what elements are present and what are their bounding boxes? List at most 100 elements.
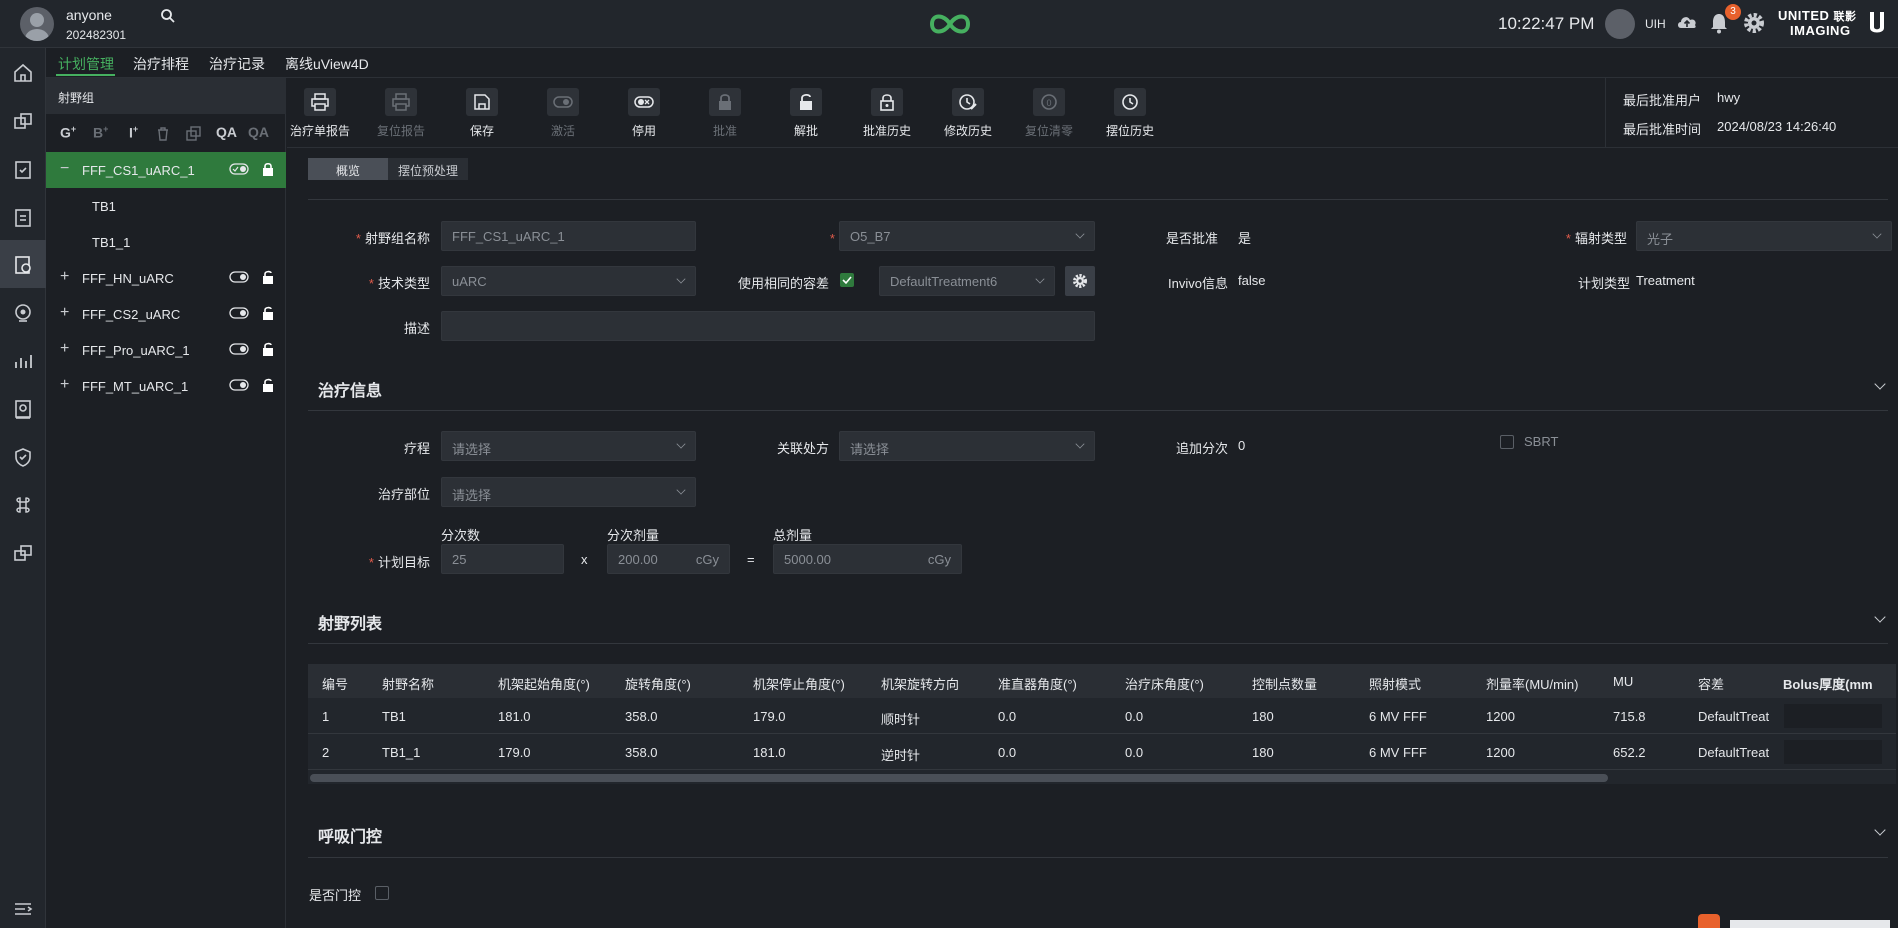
tolerance-settings-button[interactable] [1065, 266, 1095, 296]
chevron-down-icon[interactable] [1874, 611, 1886, 623]
column-header[interactable]: 照射模式 [1369, 674, 1421, 693]
machine-select[interactable]: O5_B7 [839, 221, 1095, 251]
tab-setup-preprocess[interactable]: 摆位预处理 [388, 158, 469, 180]
column-header[interactable]: 剂量率(MU/min) [1486, 674, 1578, 693]
expand-icon[interactable]: + [60, 377, 69, 393]
reset-icon: 0 [1033, 88, 1065, 116]
collapse-icon[interactable]: − [60, 161, 69, 177]
machine-icon[interactable] [12, 302, 34, 324]
add-beam-button[interactable]: B+ [93, 124, 108, 141]
statistics-icon[interactable] [12, 350, 34, 372]
setup-history-button[interactable]: 摆位历史 [1097, 78, 1163, 148]
group-name-field[interactable]: FFF_CS1_uARC_1 [441, 221, 696, 251]
tab-offline-uview4d[interactable]: 离线uView4D [285, 54, 369, 74]
fraction-dose-label: 分次剂量 [607, 528, 660, 543]
user-avatar[interactable] [1605, 9, 1635, 39]
shield-icon[interactable] [12, 446, 34, 468]
gating-checkbox[interactable] [375, 886, 389, 900]
cloud-icon[interactable] [1675, 12, 1699, 35]
tab-treatment-records[interactable]: 治疗记录 [209, 54, 265, 74]
expand-icon[interactable]: + [60, 341, 69, 357]
radiation-type-select[interactable]: 光子 [1636, 221, 1892, 251]
cell: 652.2 [1613, 745, 1646, 760]
placeholder: 请选择 [850, 442, 890, 457]
column-header[interactable]: Bolus厚度(mm [1783, 674, 1873, 693]
report-icon[interactable] [12, 398, 34, 420]
gear-icon[interactable] [1742, 11, 1766, 38]
home-icon[interactable] [12, 62, 34, 84]
command-icon[interactable] [12, 494, 34, 516]
treatment-site-select[interactable]: 请选择 [441, 477, 696, 507]
same-tolerance-checkbox[interactable] [840, 273, 854, 287]
column-header[interactable]: 机架起始角度(°) [498, 674, 590, 693]
sbrt-checkbox[interactable] [1500, 435, 1514, 449]
description-field[interactable] [441, 311, 1095, 341]
column-header[interactable]: 射野名称 [382, 674, 434, 693]
unit-label: cGy [927, 552, 951, 567]
chevron-down-icon[interactable] [1874, 824, 1886, 836]
fraction-dose-field[interactable]: 200.00 cGy [607, 544, 730, 574]
column-header[interactable]: 控制点数量 [1252, 674, 1317, 693]
menu-collapse-icon[interactable] [12, 898, 34, 920]
approve-button[interactable]: 批准 [692, 78, 758, 148]
course-select[interactable]: 请选择 [441, 431, 696, 461]
column-header[interactable]: 旋转角度(°) [625, 674, 691, 693]
schedule-icon[interactable] [12, 206, 34, 228]
technique-select[interactable]: uARC [441, 266, 696, 296]
reset-zero-button[interactable]: 0 复位清零 [1016, 78, 1082, 148]
bolus-input[interactable] [1784, 740, 1882, 764]
tree-node-beam[interactable]: TB1 [46, 188, 286, 224]
tab-treatment-schedule[interactable]: 治疗排程 [133, 54, 189, 74]
table-row[interactable]: 1 TB1 181.0 358.0 179.0 顺时针 0.0 0.0 180 … [308, 698, 1896, 734]
trash-icon[interactable] [156, 126, 170, 144]
qa-disabled-button[interactable]: QA [248, 124, 269, 140]
unapprove-button[interactable]: 解批 [773, 78, 839, 148]
approval-history-button[interactable]: 批准历史 [854, 78, 920, 148]
tree-node-group[interactable]: + FFF_Pro_uARC_1 [46, 332, 286, 368]
table-row[interactable]: 2 TB1_1 179.0 358.0 181.0 逆时针 0.0 0.0 18… [308, 734, 1896, 770]
copy-icon[interactable] [186, 126, 201, 144]
chevron-down-icon[interactable] [1874, 378, 1886, 390]
bolus-input[interactable] [1784, 704, 1882, 728]
patient-icon[interactable] [12, 110, 34, 132]
tree-node-group[interactable]: + FFF_MT_uARC_1 [46, 368, 286, 404]
table-horizontal-scrollbar[interactable] [310, 774, 1608, 782]
column-header[interactable]: 机架旋转方向 [881, 674, 959, 693]
expand-icon[interactable]: + [60, 305, 69, 321]
add-image-button[interactable]: I+ [129, 124, 138, 141]
tree-node-beam[interactable]: TB1_1 [46, 224, 286, 260]
column-header[interactable]: 编号 [322, 674, 348, 693]
app-logo-icon [928, 10, 972, 41]
treatment-report-button[interactable]: 治疗单报告 [287, 78, 353, 148]
clipboard-icon[interactable] [12, 158, 34, 180]
field-value: O5_B7 [850, 229, 891, 244]
tab-plan-management[interactable]: 计划管理 [58, 54, 114, 74]
save-button[interactable]: 保存 [449, 78, 515, 148]
tab-overview[interactable]: 概览 [308, 158, 388, 180]
modify-history-button[interactable]: 修改历史 [935, 78, 1001, 148]
column-header[interactable]: 机架停止角度(°) [753, 674, 845, 693]
add-group-button[interactable]: G+ [60, 124, 76, 141]
brand-en-1: UNITED [1778, 8, 1830, 23]
plan-management-icon[interactable] [0, 240, 46, 288]
column-header[interactable]: MU [1613, 674, 1633, 689]
qa-button[interactable]: QA [216, 124, 237, 140]
column-header[interactable]: 容差 [1698, 674, 1724, 693]
setup-report-button[interactable]: 复位报告 [368, 78, 434, 148]
fractions-field[interactable]: 25 [441, 544, 564, 574]
activate-button[interactable]: 激活 [530, 78, 596, 148]
total-dose-field[interactable]: 5000.00 cGy [773, 544, 962, 574]
search-icon[interactable] [160, 8, 176, 27]
tree-node-group[interactable]: + FFF_CS2_uARC [46, 296, 286, 332]
tree-node-group[interactable]: − FFF_CS1_uARC_1 [46, 152, 286, 188]
expand-icon[interactable]: + [60, 269, 69, 285]
tolerance-select[interactable]: DefaultTreatment6 [879, 266, 1055, 296]
tree-node-group[interactable]: + FFF_HN_uARC [46, 260, 286, 296]
avatar[interactable] [20, 7, 54, 41]
column-header[interactable]: 治疗床角度(°) [1125, 674, 1204, 693]
input-method-toolbar[interactable] [1690, 912, 1898, 928]
windows-icon[interactable] [12, 542, 34, 564]
deactivate-button[interactable]: 停用 [611, 78, 677, 148]
column-header[interactable]: 准直器角度(°) [998, 674, 1077, 693]
prescription-select[interactable]: 请选择 [839, 431, 1095, 461]
